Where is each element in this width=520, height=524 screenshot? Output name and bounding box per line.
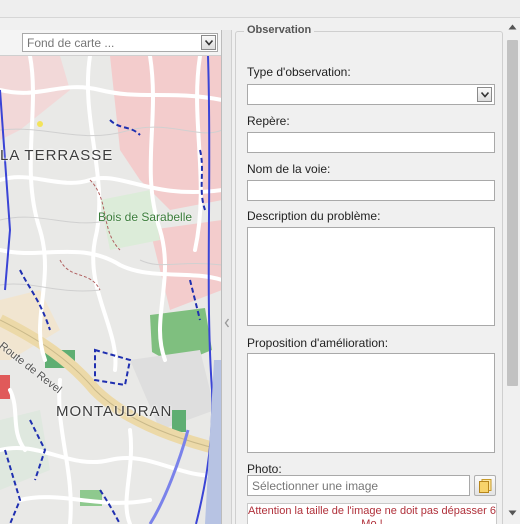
chevron-left-icon[interactable] xyxy=(224,318,230,328)
panel-splitter[interactable] xyxy=(222,30,232,524)
map-canvas[interactable] xyxy=(0,30,222,524)
photo-input[interactable]: Sélectionner une image xyxy=(247,475,470,496)
map-view[interactable]: LA TERRASSE Bois de Sarabelle Route de R… xyxy=(0,30,222,524)
fieldset-legend: Observation xyxy=(244,24,315,36)
photo-placeholder: Sélectionner une image xyxy=(252,479,379,493)
chevron-down-icon[interactable] xyxy=(477,87,492,102)
panel-scrollbar[interactable] xyxy=(505,18,520,524)
observation-fieldset: Observation Type d'observation: Repère: … xyxy=(235,24,503,524)
repere-label: Repère: xyxy=(247,114,290,128)
arrow-up-icon[interactable] xyxy=(508,24,517,30)
type-label: Type d'observation: xyxy=(247,65,351,79)
voie-input[interactable] xyxy=(247,180,495,201)
top-bar xyxy=(0,0,520,18)
chevron-down-icon[interactable] xyxy=(201,35,216,50)
description-label: Description du problème: xyxy=(247,209,381,223)
map-toolbar: Fond de carte ... xyxy=(0,30,221,56)
voie-label: Nom de la voie: xyxy=(247,162,331,176)
basemap-select[interactable]: Fond de carte ... xyxy=(22,33,218,52)
scrollbar-thumb[interactable] xyxy=(507,40,518,386)
basemap-placeholder: Fond de carte ... xyxy=(27,36,115,50)
proposition-label: Proposition d'amélioration: xyxy=(247,336,389,350)
description-textarea[interactable] xyxy=(247,227,495,326)
photo-label: Photo: xyxy=(247,462,282,476)
observation-panel: Observation Type d'observation: Repère: … xyxy=(232,18,520,524)
repere-input[interactable] xyxy=(247,132,495,153)
folder-icon xyxy=(479,479,492,493)
proposition-textarea[interactable] xyxy=(247,353,495,453)
arrow-down-icon[interactable] xyxy=(508,510,517,516)
photo-size-warning: Attention la taille de l'image ne doit p… xyxy=(247,503,497,524)
type-select[interactable] xyxy=(247,84,495,105)
browse-button[interactable] xyxy=(474,475,496,496)
